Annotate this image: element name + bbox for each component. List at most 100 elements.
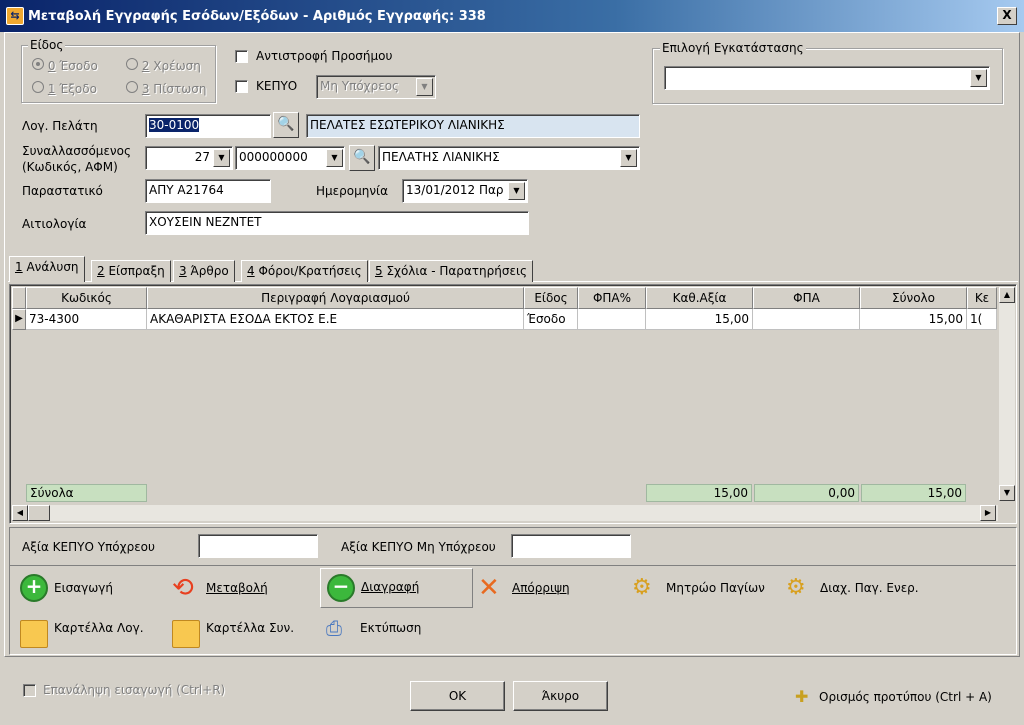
tab-analysis-key: 1	[15, 260, 23, 274]
radio-expense-dot	[32, 81, 44, 93]
document-label: Παραστατικό	[22, 184, 103, 198]
account-code-input[interactable]: 30-0100	[145, 114, 271, 138]
ok-button[interactable]: OK	[410, 681, 505, 711]
document-input[interactable]: ΑΠΥ Α21764	[145, 179, 271, 203]
radio-expense[interactable]: 1 Έξοδο	[32, 81, 97, 96]
tab-taxes-label: Φόροι/Κρατήσεις	[254, 264, 362, 278]
scroll-down-icon[interactable]: ▼	[999, 485, 1015, 501]
date-dropdown-icon[interactable]: ▼	[508, 182, 525, 200]
account-description-value: ΠΕΛΑΤΕΣ ΕΣΩΤΕΡΙΚΟΥ ΛΙΑΝΙΚΗΣ	[310, 118, 505, 132]
gears-icon: ⚙	[632, 575, 652, 600]
scroll-up-icon[interactable]: ▲	[999, 287, 1015, 303]
table-cell-vat[interactable]	[753, 309, 860, 330]
assets-register-label: Μητρώο Παγίων	[666, 581, 765, 595]
kepyo-dropdown-icon[interactable]: ▼	[416, 78, 433, 96]
refresh-icon: ⟲	[172, 573, 194, 603]
scroll-right-icon[interactable]: ▶	[980, 505, 996, 521]
trader-code-dropdown-icon[interactable]: ▼	[213, 149, 230, 167]
modify-button-label: Μεταβολή	[206, 581, 268, 595]
define-template-button[interactable]: ✚ Ορισμός προτύπου (Ctrl + A)	[795, 679, 1005, 715]
col-header-vat[interactable]: ΦΠΑ	[753, 287, 860, 309]
tab-article[interactable]: 3 Άρθρο	[173, 260, 235, 282]
delete-button[interactable]: − Διαγραφή	[320, 568, 473, 608]
trader-label-line2: (Κωδικός, ΑΦΜ)	[22, 160, 118, 174]
panel-divider	[10, 565, 1016, 566]
radio-debit-dot	[126, 58, 138, 70]
table-cell-description[interactable]: ΑΚΑΘΑΡΙΣΤΑ ΕΣΟΔΑ ΕΚΤΟΣ Ε.Ε	[147, 309, 524, 330]
reject-button[interactable]: ✕ Απόρριψη	[478, 570, 588, 606]
table-cell-code[interactable]: 73-4300	[26, 309, 147, 330]
vertical-scrollbar[interactable]	[999, 287, 1015, 501]
tab-comments-key: 5	[375, 264, 383, 278]
tab-taxes[interactable]: 4 Φόροι/Κρατήσεις	[241, 260, 368, 282]
col-header-code[interactable]: Κωδικός	[26, 287, 147, 309]
plus-icon: +	[20, 574, 48, 602]
reason-label: Αιτιολογία	[22, 217, 87, 231]
table-cell-extra[interactable]: 1(	[967, 309, 997, 330]
assets-manage-button[interactable]: ⚙ Διαχ. Παγ. Ενερ.	[786, 570, 936, 606]
radio-credit-label: Πίστωση	[149, 82, 207, 96]
trader-afm-value: 000000000	[239, 150, 308, 164]
trader-afm-dropdown-icon[interactable]: ▼	[326, 149, 343, 167]
account-description-field: ΠΕΛΑΤΕΣ ΕΣΩΤΕΡΙΚΟΥ ΛΙΑΝΙΚΗΣ	[306, 114, 640, 138]
col-header-net[interactable]: Καθ.Αξία	[646, 287, 753, 309]
horizontal-scrollbar[interactable]	[12, 505, 998, 521]
row-indicator-icon: ▶	[12, 309, 26, 330]
tab-comments-label: Σχόλια - Παρατηρήσεις	[382, 264, 528, 278]
analysis-grid[interactable]: Κωδικός Περιγραφή Λογαριασμού Είδος ΦΠΑ%…	[9, 284, 1017, 524]
type-group-legend: Είδος	[28, 38, 66, 52]
trader-card-button[interactable]: Καρτέλλα Συν.	[172, 610, 307, 648]
x-mark-icon: ✕	[478, 573, 500, 603]
close-button[interactable]: X	[997, 7, 1017, 25]
scroll-left-icon[interactable]: ◀	[12, 505, 28, 521]
radio-debit[interactable]: 2 Χρέωση	[126, 58, 201, 73]
trader-search-icon[interactable]: 🔍	[349, 145, 375, 171]
print-button[interactable]: ⎙ Εκτύπωση	[326, 610, 436, 646]
assets-register-button[interactable]: ⚙ Μητρώο Παγίων	[632, 570, 772, 606]
kepyo-select-value: Μη Υπόχρεος	[320, 79, 400, 93]
col-header-extra[interactable]: Κε	[967, 287, 997, 309]
tab-collection-label: Είσπραξη	[104, 264, 165, 278]
modify-button[interactable]: ⟲ Μεταβολή	[172, 570, 282, 606]
radio-income[interactable]: 0 Έσοδο	[32, 58, 98, 73]
insert-button-label: Εισαγωγή	[54, 581, 114, 595]
kepyo-obliged-input[interactable]	[198, 534, 318, 558]
trader-name-select[interactable]: ΠΕΛΑΤΗΣ ΛΙΑΝΙΚΗΣ	[378, 146, 640, 170]
account-code-value: 30-0100	[149, 118, 200, 132]
trader-name-dropdown-icon[interactable]: ▼	[620, 149, 637, 167]
insert-button[interactable]: + Εισαγωγή	[20, 570, 130, 606]
trader-code-value: 27	[194, 150, 210, 164]
table-cell-net[interactable]: 15,00	[646, 309, 753, 330]
repeat-insert-checkbox[interactable]	[23, 684, 36, 697]
reason-input[interactable]: ΧΟΥΣΕΙΝ ΝΕΖΝΤΕΤ	[145, 211, 529, 235]
delete-button-label: Διαγραφή	[361, 580, 420, 594]
kepyo-checkbox[interactable]	[235, 80, 248, 93]
account-card-button[interactable]: Καρτέλλα Λογ.	[20, 610, 155, 648]
kepyo-obliged-label: Αξία ΚΕΠΥΟ Υπόχρεου	[22, 540, 155, 554]
installation-select[interactable]	[664, 66, 990, 90]
tab-collection-key: 2	[97, 264, 105, 278]
reverse-sign-label: Αντιστροφή Προσήμου	[256, 49, 393, 63]
tab-comments[interactable]: 5 Σχόλια - Παρατηρήσεις	[369, 260, 534, 282]
reverse-sign-checkbox[interactable]	[235, 50, 248, 63]
col-header-type[interactable]: Είδος	[524, 287, 578, 309]
table-cell-type[interactable]: Έσοδο	[524, 309, 578, 330]
radio-expense-label: Έξοδο	[55, 82, 97, 96]
totals-vat: 0,00	[754, 484, 859, 502]
col-header-description[interactable]: Περιγραφή Λογαριασμού	[147, 287, 524, 309]
col-header-vat-percent[interactable]: ΦΠΑ%	[578, 287, 646, 309]
kepyo-non-obliged-input[interactable]	[511, 534, 631, 558]
installation-dropdown-icon[interactable]: ▼	[970, 69, 987, 87]
table-cell-total[interactable]: 15,00	[860, 309, 967, 330]
account-label: Λογ. Πελάτη	[22, 119, 98, 133]
table-cell-vat-percent[interactable]	[578, 309, 646, 330]
tab-collection[interactable]: 2 Είσπραξη	[91, 260, 171, 282]
title-bar[interactable]: Μεταβολή Εγγραφής Εσόδων/Εξόδων - Αριθμό…	[0, 0, 1024, 32]
horizontal-scroll-thumb[interactable]	[28, 505, 50, 521]
tab-analysis[interactable]: 1 Ανάλυση	[9, 256, 85, 282]
cancel-button[interactable]: Άκυρο	[513, 681, 608, 711]
account-search-icon[interactable]: 🔍	[273, 112, 299, 138]
folder-icon	[20, 620, 48, 648]
col-header-total[interactable]: Σύνολο	[860, 287, 967, 309]
radio-credit[interactable]: 3 Πίστωση	[126, 81, 206, 96]
